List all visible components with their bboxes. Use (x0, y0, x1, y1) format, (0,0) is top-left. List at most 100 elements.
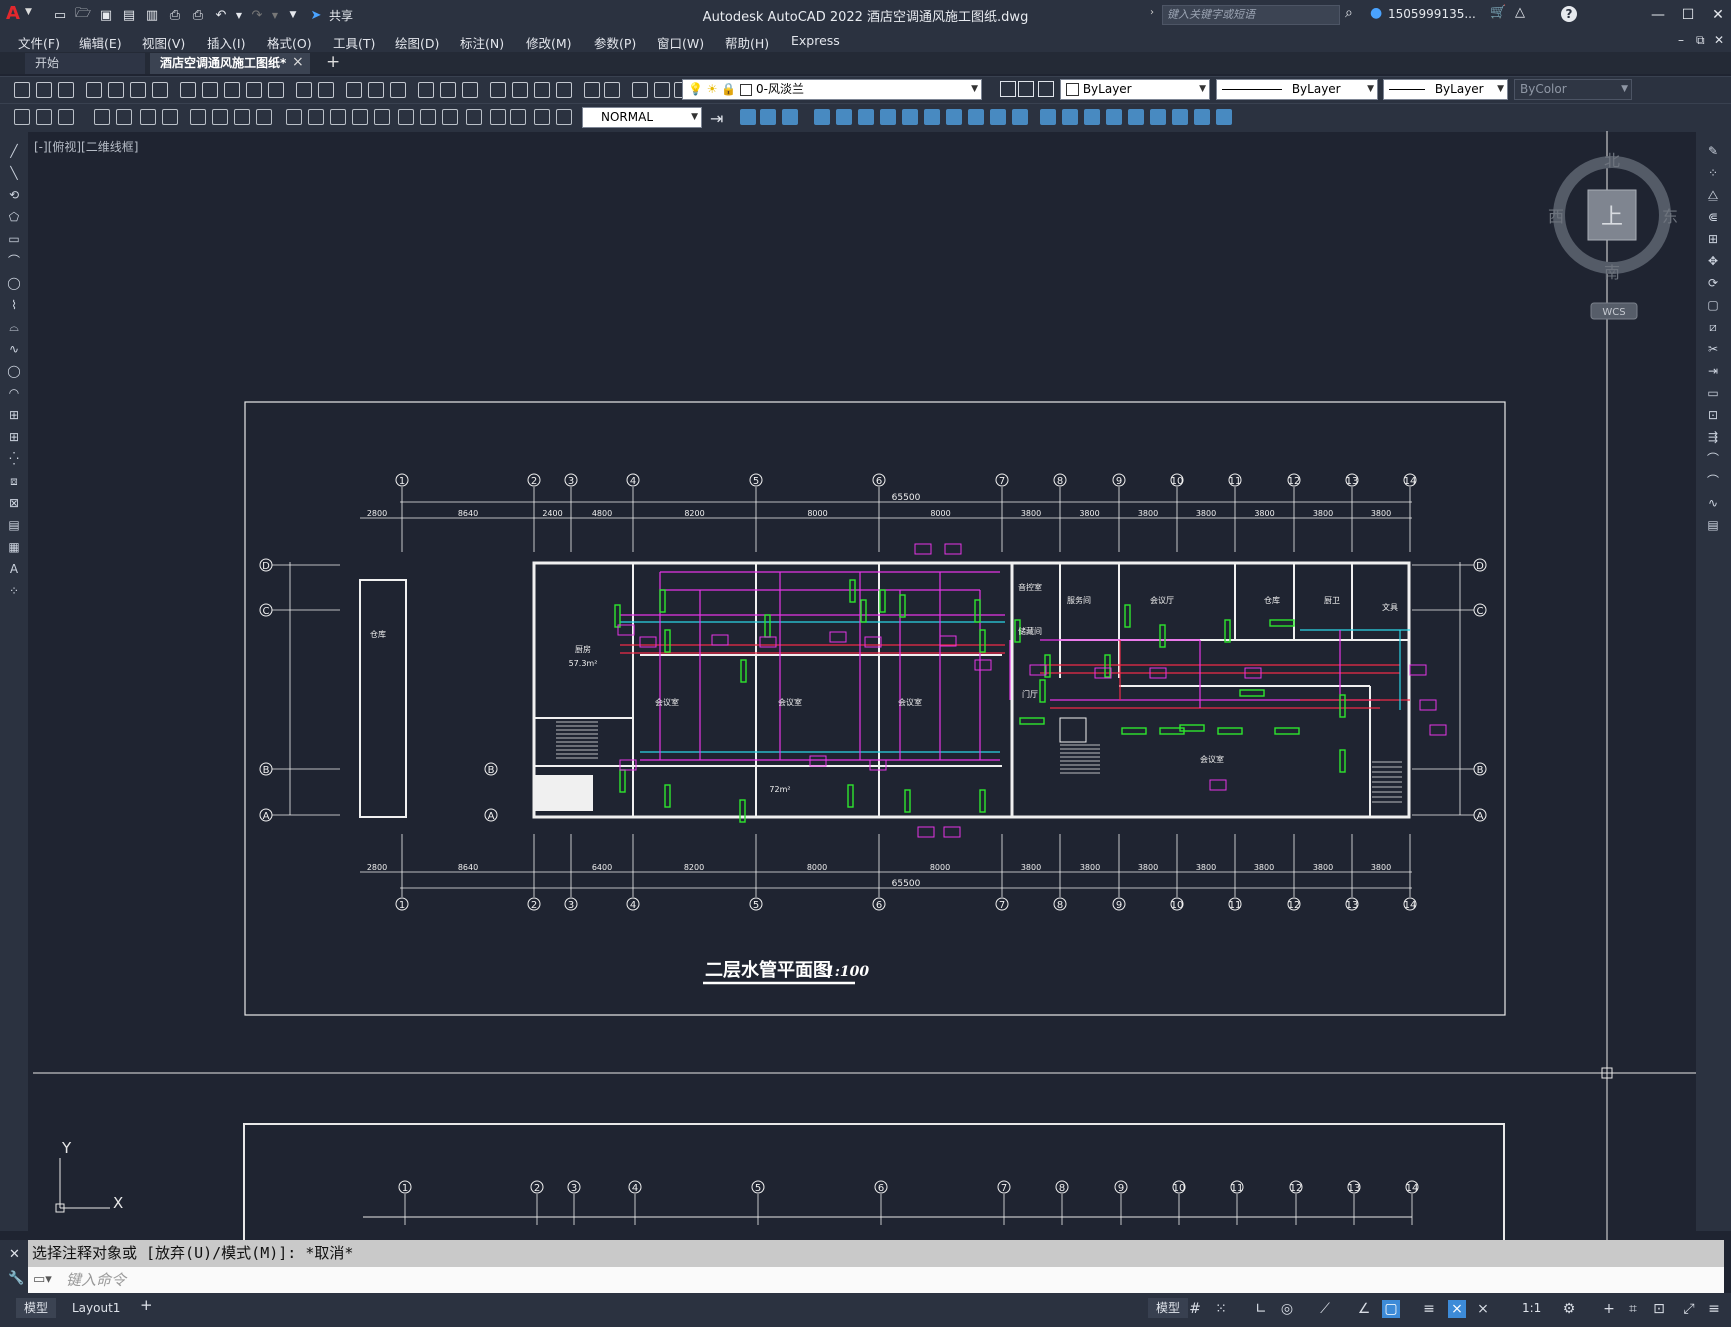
tab-start[interactable]: 开始 (25, 53, 145, 74)
modify-tool-icon[interactable] (1128, 109, 1144, 125)
toolbar-button-icon[interactable] (58, 82, 74, 98)
customize-quick-access-icon[interactable]: ▼ (283, 5, 303, 25)
cart-icon[interactable]: 🛒 (1490, 5, 1506, 20)
lineweight-icon[interactable]: ≡ (1420, 1300, 1438, 1318)
menu-tools[interactable]: 工具(T) (333, 33, 375, 52)
redo-dropdown-icon[interactable]: ▼ (270, 5, 280, 25)
dimension-tool-icon[interactable] (162, 109, 178, 125)
dimension-tool-icon[interactable] (490, 109, 506, 125)
doc-restore-icon[interactable]: ⧉ (1696, 33, 1705, 48)
modify-tool-icon[interactable] (1040, 109, 1056, 125)
modify-tool-icon[interactable]: ⧋ (1705, 187, 1721, 203)
toolbar-button-icon[interactable] (584, 82, 600, 98)
draw-tool-icon[interactable]: ▭ (6, 231, 22, 247)
dimension-tool-icon[interactable] (308, 109, 324, 125)
dimension-tool-icon[interactable] (330, 109, 346, 125)
dim-update-icon[interactable]: ⇥ (710, 109, 726, 128)
command-customize-icon[interactable]: 🔧 (8, 1271, 24, 1286)
toolbar-button-icon[interactable] (224, 82, 240, 98)
isodraft-icon[interactable]: ⟋ (1316, 1300, 1334, 1318)
autodesk-app-icon[interactable]: △ (1515, 5, 1525, 20)
undo-icon[interactable]: ↶ (211, 5, 231, 25)
app-menu-arrow-icon[interactable]: ▼ (25, 7, 32, 17)
modify-tool-icon[interactable] (1150, 109, 1166, 125)
toolbar-button-icon[interactable] (14, 82, 30, 98)
doc-close-icon[interactable]: ✕ (1714, 33, 1724, 47)
new-file-icon[interactable]: ▭ (50, 5, 70, 25)
tab-layout1[interactable]: Layout1 (64, 1298, 128, 1318)
modify-tool-icon[interactable] (1062, 109, 1078, 125)
search-input[interactable]: 键入关键字或短语 (1162, 5, 1340, 25)
modify-tool-icon[interactable]: ✂ (1705, 341, 1721, 357)
menu-view[interactable]: 视图(V) (142, 33, 185, 52)
toolbar-button-icon[interactable] (390, 82, 406, 98)
object-snap-icon[interactable]: ▢ (1382, 1300, 1400, 1318)
doc-minimize-icon[interactable]: – (1678, 33, 1684, 47)
toolbar-button-icon[interactable] (534, 82, 550, 98)
modify-tool-icon[interactable] (836, 109, 852, 125)
dimension-tool-icon[interactable] (14, 109, 30, 125)
annotation-monitor-icon[interactable]: + (1600, 1300, 1618, 1318)
workspace-gear-icon[interactable]: ⚙ (1560, 1300, 1578, 1318)
draw-tool-icon[interactable]: ▦ (6, 539, 22, 555)
new-layout-icon[interactable]: + (140, 1296, 153, 1314)
search-expand-icon[interactable]: › (1150, 7, 1154, 18)
undo-dropdown-icon[interactable]: ▼ (234, 5, 244, 25)
object-snap-tracking-icon[interactable]: ∠ (1355, 1300, 1373, 1318)
viewcube[interactable]: 上 北 南 西 东 WCS (1548, 151, 1678, 320)
modify-tool-icon[interactable] (1084, 109, 1100, 125)
close-button[interactable]: ✕ (1705, 4, 1731, 26)
menu-edit[interactable]: 编辑(E) (79, 33, 122, 52)
dimension-tool-icon[interactable] (398, 109, 414, 125)
dimension-tool-icon[interactable] (234, 109, 250, 125)
menu-parametric[interactable]: 参数(P) (594, 33, 636, 52)
toolbar-button-icon[interactable] (180, 82, 196, 98)
save-as-icon[interactable]: ▤ (119, 5, 139, 25)
annotation-visibility-icon[interactable]: ⨯ (1448, 1300, 1466, 1318)
modify-tool-icon[interactable] (1216, 109, 1232, 125)
autocad-logo[interactable]: A (6, 3, 20, 24)
toolbar-button-icon[interactable] (604, 82, 620, 98)
tab-drawing[interactable]: 酒店空调通风施工图纸* (150, 53, 310, 74)
modify-tool-icon[interactable]: ▢ (1705, 297, 1721, 313)
menu-express[interactable]: Express (791, 33, 840, 48)
share-icon[interactable]: ➤ (306, 5, 326, 25)
dimension-tool-icon[interactable] (140, 109, 156, 125)
modify-tool-icon[interactable] (740, 109, 756, 125)
search-icon[interactable]: ⌕ (1345, 5, 1353, 21)
dimension-tool-icon[interactable] (556, 109, 572, 125)
toolbar-button-icon[interactable] (512, 82, 528, 98)
quick-properties-icon[interactable]: ⊡ (1650, 1300, 1668, 1318)
modify-tool-icon[interactable]: ⌒ (1705, 451, 1721, 467)
share-button[interactable]: 共享 (329, 7, 353, 24)
fullscreen-icon[interactable]: ⤢ (1680, 1300, 1698, 1318)
draw-tool-icon[interactable]: ⧈ (6, 473, 22, 489)
toolbar-button-icon[interactable] (36, 82, 52, 98)
tab-model[interactable]: 模型 (16, 1298, 57, 1318)
dimension-tool-icon[interactable] (36, 109, 52, 125)
plotstyle-dropdown[interactable]: ByColor ▼ (1514, 79, 1632, 100)
draw-tool-icon[interactable]: ⌒ (6, 253, 22, 269)
modify-tool-icon[interactable] (968, 109, 984, 125)
modify-tool-icon[interactable]: ⁘ (1705, 165, 1721, 181)
dimension-tool-icon[interactable] (256, 109, 272, 125)
modify-tool-icon[interactable]: ✎ (1705, 143, 1721, 159)
draw-tool-icon[interactable]: A (6, 561, 22, 577)
draw-tool-icon[interactable]: ⟲ (6, 187, 22, 203)
lineweight-dropdown[interactable]: ByLayer ▼ (1383, 79, 1508, 100)
toolbar-button-icon[interactable] (632, 82, 648, 98)
toolbar-button-icon[interactable] (490, 82, 506, 98)
maximize-button[interactable]: ☐ (1675, 4, 1701, 26)
dimstyle-dropdown[interactable]: NORMAL ▼ (582, 107, 702, 128)
linetype-dropdown[interactable]: ByLayer ▼ (1216, 79, 1378, 100)
modify-tool-icon[interactable]: ⋐ (1705, 209, 1721, 225)
modify-tool-icon[interactable]: ⟳ (1705, 275, 1721, 291)
grid-icon[interactable]: # (1186, 1300, 1204, 1318)
toolbar-button-icon[interactable] (440, 82, 456, 98)
modify-tool-icon[interactable] (1012, 109, 1028, 125)
layer-dropdown[interactable]: 💡 ☀ 🔒 0-风淡兰 ▼ (682, 79, 982, 100)
draw-tool-icon[interactable]: ╲ (6, 165, 22, 181)
dimension-tool-icon[interactable] (116, 109, 132, 125)
dimension-tool-icon[interactable] (212, 109, 228, 125)
modify-tool-icon[interactable] (946, 109, 962, 125)
